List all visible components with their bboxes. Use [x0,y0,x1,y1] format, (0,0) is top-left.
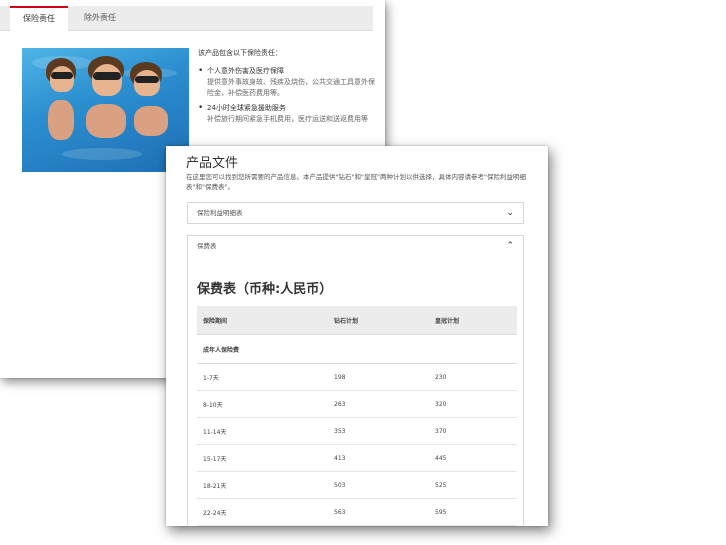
table-cell: 8-10天 [197,390,328,418]
table-cell: 15-17天 [197,444,328,472]
table-row: 22-24天 563 595 [197,498,517,526]
table-cell: 22-24天 [197,498,328,526]
premium-accordion-body: 保费表（币种:人民币） 保险期间 钻石计划 皇冠计划 成年人保险费 1-7天 1… [187,256,524,526]
coverage-intro: 该产品包含以下保险责任： [198,49,282,57]
table-cell: 18-21天 [197,471,328,499]
table-row: 11-14天 353 370 [197,417,517,445]
accordion-premium[interactable]: 保费表 ⌃ [187,235,524,257]
coverage-item-title: 24小时全球紧急援助服务 [207,104,286,112]
chevron-down-icon: ⌄ [506,208,514,218]
table-cell: 1-7天 [197,363,328,391]
page-title: 产品文件 [186,156,239,171]
table-row: 18-21天 503 525 [197,471,517,499]
table-cell: 445 [429,444,517,472]
coverage-item-title: 个人意外伤害及医疗保障 [207,67,284,75]
accordion-label: 保险利益明细表 [197,209,243,217]
table-row: 1-7天 198 230 [197,363,517,391]
tab-exclusions[interactable]: 除外责任 [70,6,130,30]
coverage-list: 该产品包含以下保险责任： 个人意外伤害及医疗保障 提供意外事故身故、残疾及烧伤，… [198,48,378,129]
tab-bar: 保险责任 除外责任 [0,6,373,31]
table-cell: 370 [429,417,517,445]
table-cell: 503 [328,471,429,499]
table-cell: 198 [328,363,429,391]
premium-table: 保险期间 钻石计划 皇冠计划 成年人保险费 1-7天 198 230 8-10天… [197,306,517,526]
table-cell: 11-14天 [197,417,328,445]
table-cell: 525 [429,471,517,499]
table-cell: 413 [328,444,429,472]
table-section-row: 成年人保险费 [197,334,517,364]
chevron-up-icon: ⌃ [506,241,514,251]
table-row: 8-10天 263 320 [197,390,517,418]
table-cell: 320 [429,390,517,418]
table-cell: 353 [328,417,429,445]
product-documents-panel: 产品文件 在这里您可以找到您所需要的产品信息。本产品提供"钻石"和"皇冠"两种计… [166,146,548,526]
coverage-item: 24小时全球紧急援助服务 补偿旅行期间紧急手机费用，医疗运送和送返费用等 [198,103,378,125]
coverage-item-desc: 补偿旅行期间紧急手机费用，医疗运送和送返费用等 [207,115,368,123]
table-cell: 230 [429,363,517,391]
tab-coverage[interactable]: 保险责任 [10,6,68,31]
section-label: 成年人保险费 [197,334,517,364]
coverage-item: 个人意外伤害及医疗保障 提供意外事故身故、残疾及烧伤，公共交通工具意外保险金，补… [198,66,378,99]
column-header: 保险期间 [197,306,328,335]
table-cell: 563 [328,498,429,526]
page-description: 在这里您可以找到您所需要的产品信息。本产品提供"钻石"和"皇冠"两种计划以供选择… [186,173,526,191]
column-header: 皇冠计划 [429,306,517,335]
coverage-item-desc: 提供意外事故身故、残疾及烧伤，公共交通工具意外保险金，补偿医药费用等。 [207,78,375,97]
table-header-row: 保险期间 钻石计划 皇冠计划 [197,306,517,335]
family-swimming-photo [22,48,189,172]
premium-table-title: 保费表（币种:人民币） [197,282,333,297]
table-row: 15-17天 413 445 [197,444,517,472]
column-header: 钻石计划 [328,306,429,335]
accordion-label: 保费表 [197,242,217,250]
accordion-benefits[interactable]: 保险利益明细表 ⌄ [187,202,524,224]
table-cell: 595 [429,498,517,526]
table-cell: 263 [328,390,429,418]
